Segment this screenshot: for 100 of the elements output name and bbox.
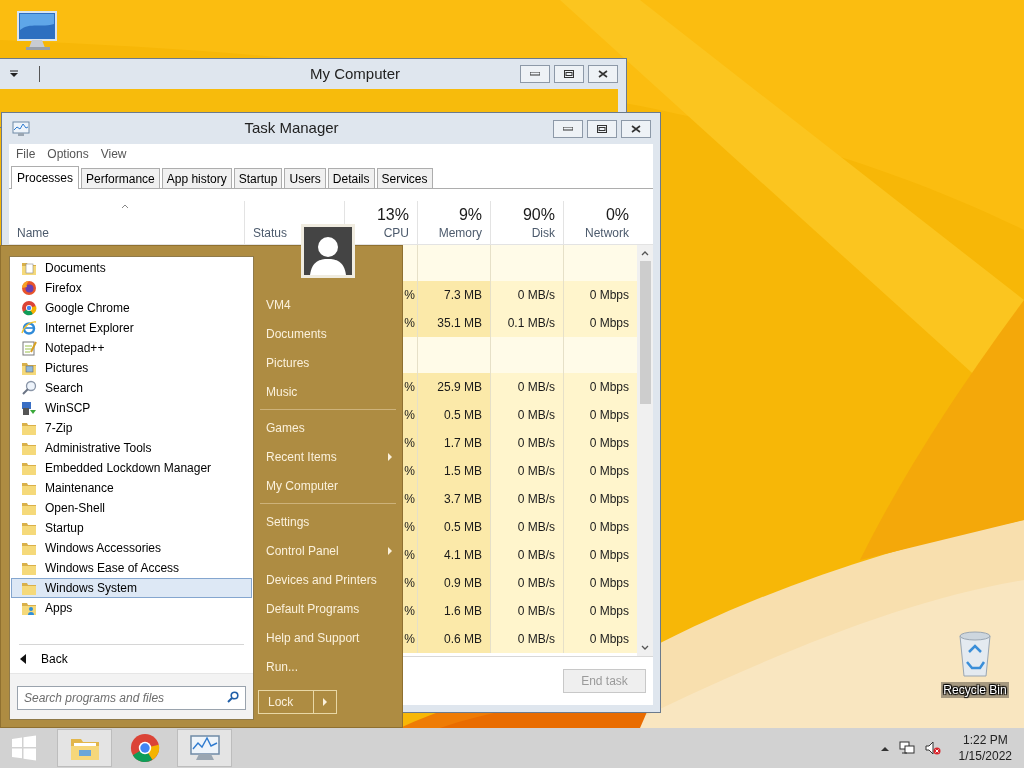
folder-icon: [21, 560, 37, 576]
program-item[interactable]: Maintenance: [11, 478, 252, 498]
column-header[interactable]: CPU: [383, 225, 409, 241]
close-button[interactable]: [588, 65, 618, 83]
taskbar-button[interactable]: [57, 729, 112, 767]
search-field[interactable]: Search programs and files: [17, 686, 246, 710]
table-cell-text: 0 Mbps: [589, 547, 629, 564]
document-folder-icon: [21, 260, 37, 276]
table-cell-text: 0 Mbps: [589, 435, 629, 452]
program-item[interactable]: Firefox: [11, 278, 252, 298]
submenu-arrow-icon: [388, 452, 392, 461]
program-item[interactable]: WinSCP: [11, 398, 252, 418]
table-cell-text: %: [404, 519, 415, 536]
table-cell-text: 0 Mbps: [589, 603, 629, 620]
person-folder-icon: [21, 600, 37, 616]
tab[interactable]: App history: [161, 168, 232, 188]
dropdown-caret-icon[interactable]: [9, 70, 19, 78]
tab[interactable]: Startup: [233, 168, 283, 188]
table-cell-text: 4.1 MB: [444, 547, 482, 564]
table-cell-text: %: [404, 315, 415, 332]
notepad-icon: [21, 340, 37, 356]
chevron-down-icon[interactable]: [641, 645, 649, 650]
program-item[interactable]: Apps: [11, 598, 252, 618]
table-cell-text: 0 MB/s: [517, 575, 555, 592]
column-header[interactable]: Memory: [438, 225, 482, 241]
program-item[interactable]: Documents: [11, 258, 252, 278]
program-item[interactable]: Windows System: [11, 578, 252, 598]
tab[interactable]: Services: [376, 168, 433, 188]
program-item[interactable]: Windows Accessories: [11, 538, 252, 558]
maximize-icon: [597, 124, 607, 133]
table-cell-text: 0.9 MB: [444, 575, 482, 592]
search-icon: [21, 380, 37, 396]
program-item[interactable]: Notepad++: [11, 338, 252, 358]
table-cell-text: 1.7 MB: [444, 435, 482, 452]
close-button[interactable]: [621, 119, 651, 138]
network-icon[interactable]: [898, 741, 915, 755]
submenu-arrow-icon: [388, 546, 392, 555]
column-header[interactable]: Status: [253, 225, 288, 241]
table-cell-text: 35.1 MB: [437, 315, 482, 332]
program-item[interactable]: 7-Zip: [11, 418, 252, 438]
table-cell-text: 0 MB/s: [517, 603, 555, 620]
search-icon: [227, 691, 239, 703]
column-header[interactable]: Disk: [531, 225, 555, 241]
column-header[interactable]: Network: [585, 225, 629, 241]
chevron-up-icon[interactable]: [880, 745, 889, 751]
tab[interactable]: Performance: [81, 168, 160, 188]
menu-item[interactable]: File: [16, 145, 36, 163]
column-usage: 90%: [522, 205, 555, 225]
program-item[interactable]: Embedded Lockdown Manager: [11, 458, 252, 478]
program-item[interactable]: Administrative Tools: [11, 438, 252, 458]
tab[interactable]: Processes: [11, 166, 80, 189]
maximize-button[interactable]: [587, 119, 617, 138]
column-header[interactable]: Name: [17, 225, 49, 241]
table-cell-text: 0 Mbps: [589, 575, 629, 592]
program-item[interactable]: Open-Shell: [11, 498, 252, 518]
table-cell-text: %: [404, 463, 415, 480]
table-cell-text: 0.5 MB: [444, 519, 482, 536]
menu-item[interactable]: View: [100, 145, 127, 163]
program-item[interactable]: Pictures: [11, 358, 252, 378]
monitor-chart-icon: [12, 120, 30, 137]
table-cell-text: %: [404, 435, 415, 452]
table-cell-text: 0 MB/s: [517, 491, 555, 508]
lock-options-button[interactable]: [314, 690, 337, 714]
recycle-bin-icon[interactable]: [957, 630, 993, 678]
minimize-icon: [530, 72, 540, 76]
program-item[interactable]: Windows Ease of Access: [11, 558, 252, 578]
table-cell-text: 0 Mbps: [589, 287, 629, 304]
table-cell-text: 1.6 MB: [444, 603, 482, 620]
monitor-chart-icon: [188, 734, 221, 762]
folder-icon: [21, 520, 37, 536]
table-cell-text: 25.9 MB: [437, 379, 482, 396]
table-cell-text: 3.7 MB: [444, 491, 482, 508]
taskbar-button[interactable]: [177, 729, 232, 767]
program-item[interactable]: Startup: [11, 518, 252, 538]
table-cell-text: %: [404, 491, 415, 508]
folder-icon: [21, 580, 37, 596]
tab[interactable]: Details: [327, 168, 375, 188]
table-cell-text: 0 Mbps: [589, 519, 629, 536]
table-cell-text: 0 MB/s: [517, 547, 555, 564]
scrollbar-thumb[interactable]: [639, 261, 651, 404]
picture-folder-icon: [21, 360, 37, 376]
program-item[interactable]: Google Chrome: [11, 298, 252, 318]
back-button[interactable]: Back: [10, 645, 253, 673]
table-cell-text: %: [404, 407, 415, 424]
window-title: Task Manager: [243, 118, 340, 139]
program-item[interactable]: Search: [11, 378, 252, 398]
program-item[interactable]: Internet Explorer: [11, 318, 252, 338]
tab[interactable]: Users: [284, 168, 326, 188]
table-cell-text: 0 MB/s: [517, 519, 555, 536]
table-cell-text: %: [404, 603, 415, 620]
speaker-muted-icon[interactable]: [924, 741, 941, 755]
table-cell-text: 0.1 MB/s: [507, 315, 555, 332]
chevron-up-icon[interactable]: [641, 251, 649, 256]
clock-time: 1:22 PM: [962, 732, 1008, 748]
column-usage: 13%: [376, 205, 409, 225]
menu-item[interactable]: Options: [47, 145, 89, 163]
table-cell-text: 0 Mbps: [589, 491, 629, 508]
user-avatar: [301, 224, 355, 278]
maximize-button[interactable]: [554, 65, 584, 83]
round-logo-icon: [129, 733, 160, 763]
